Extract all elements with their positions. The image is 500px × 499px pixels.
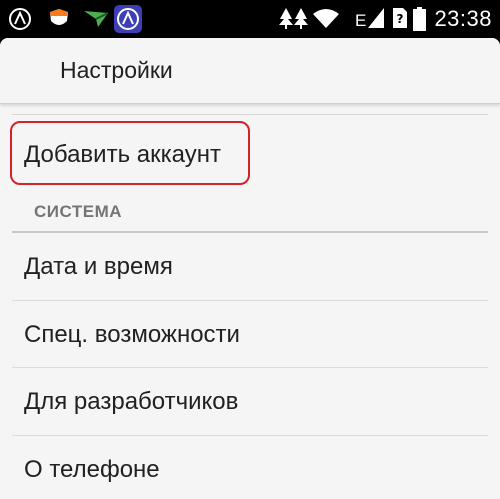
list-item-accessibility[interactable]: Спец. возможности xyxy=(12,301,488,368)
status-bar: E ? 23:38 xyxy=(0,0,500,38)
page-title: Настройки xyxy=(60,57,173,83)
divider xyxy=(12,114,488,115)
list-item-label: Для разработчиков xyxy=(24,387,239,415)
screen: E ? 23:38 Настройки Добавить аккаунт СИС… xyxy=(0,0,500,499)
svg-text:?: ? xyxy=(397,12,404,26)
arrow-icon xyxy=(82,7,110,36)
wifi-icon xyxy=(312,7,340,34)
list-item-label: Дата и время xyxy=(24,252,173,280)
list-item-label: Спец. возможности xyxy=(24,320,240,348)
shield-icon xyxy=(48,7,70,36)
avast-icon xyxy=(8,7,32,36)
list-item-label: О телефоне xyxy=(24,455,160,483)
action-bar: Настройки xyxy=(0,38,500,104)
list-item-date-time[interactable]: Дата и время xyxy=(12,233,488,300)
sim-question-icon: ? xyxy=(392,7,408,34)
list-item-about-phone[interactable]: О телефоне xyxy=(12,436,488,499)
battery-icon xyxy=(413,7,426,36)
status-time: 23:38 xyxy=(434,6,492,31)
section-header-label: СИСТЕМА xyxy=(34,202,123,221)
tree-icon xyxy=(293,7,309,34)
highlight-box xyxy=(10,121,250,185)
settings-app: Настройки Добавить аккаунт СИСТЕМА Дата … xyxy=(0,38,500,499)
network-type-label: E xyxy=(355,11,367,30)
tree-icon xyxy=(278,7,294,34)
signal-icon xyxy=(367,7,385,34)
section-header-system: СИСТЕМА xyxy=(12,193,488,231)
adguard-icon xyxy=(114,5,142,38)
list-item-developer-options[interactable]: Для разработчиков xyxy=(12,368,488,435)
